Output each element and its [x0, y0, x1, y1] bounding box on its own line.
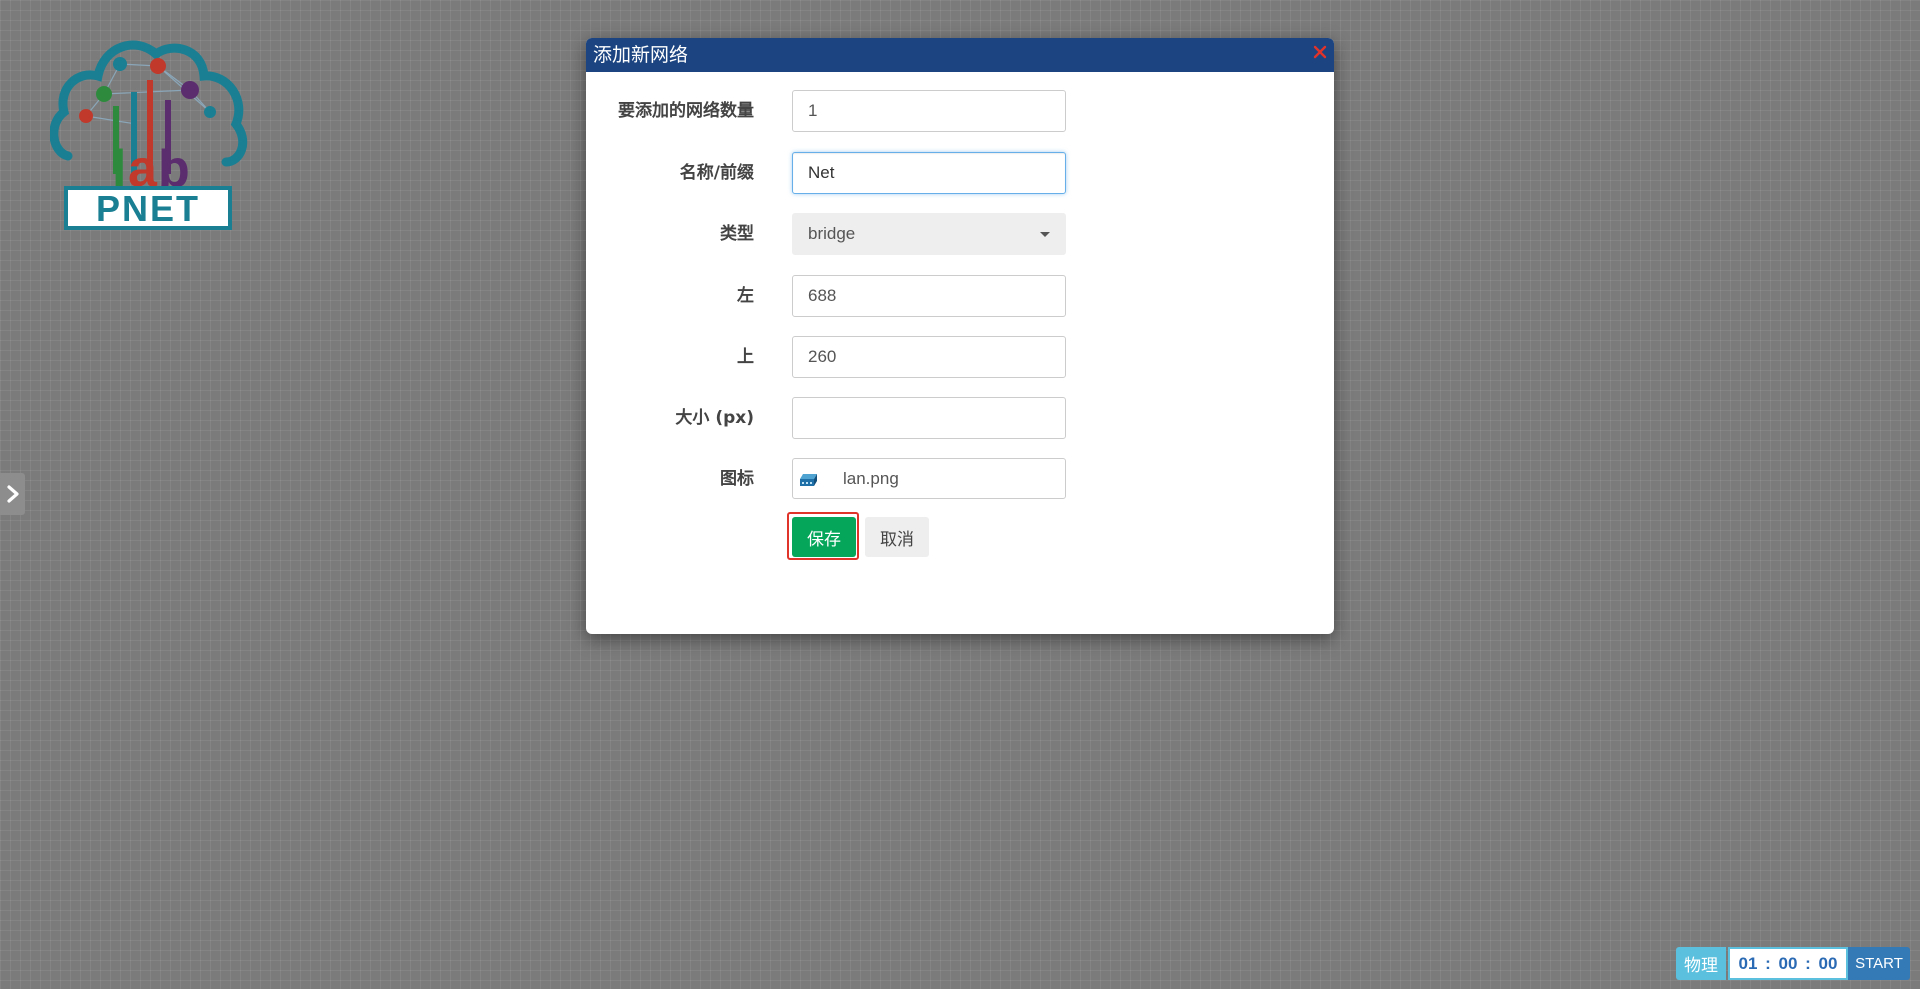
type-selected-value: bridge: [808, 224, 856, 243]
icon-value: lan.png: [843, 469, 899, 488]
timer-display: 01 : 00 : 00: [1728, 947, 1848, 980]
lan-icon: [800, 474, 817, 486]
pnet-logo: l a b PNET: [49, 24, 250, 234]
row-type: 类型 bridge: [586, 213, 1334, 255]
size-input[interactable]: [792, 397, 1066, 439]
name-prefix-label: 名称/前缀: [679, 163, 754, 183]
type-select[interactable]: bridge: [792, 213, 1066, 255]
row-top: 上: [586, 336, 1334, 378]
add-network-dialog: 添加新网络 要添加的网络数量 名称/前缀 类型 bridge 左 上 大小 (p…: [586, 38, 1334, 634]
row-left: 左: [586, 275, 1334, 317]
close-icon: [1313, 45, 1327, 59]
top-input[interactable]: [792, 336, 1066, 378]
timer-separator: :: [1765, 953, 1771, 973]
network-count-input[interactable]: [792, 90, 1066, 132]
timer-hours: 01: [1738, 953, 1758, 973]
type-label: 类型: [720, 224, 754, 244]
timer-minutes: 00: [1778, 953, 1798, 973]
left-label: 左: [737, 286, 754, 306]
chevron-right-icon: [6, 485, 19, 503]
timer-separator: :: [1805, 953, 1811, 973]
size-label: 大小 (px): [675, 408, 754, 428]
dialog-header: 添加新网络: [586, 38, 1334, 72]
row-network-count: 要添加的网络数量: [586, 90, 1334, 132]
name-prefix-input[interactable]: [792, 152, 1066, 194]
sidebar-toggle-button[interactable]: [0, 473, 25, 515]
row-size: 大小 (px): [586, 397, 1334, 439]
close-button[interactable]: [1312, 44, 1328, 60]
dialog-title: 添加新网络: [593, 44, 689, 66]
start-button[interactable]: START: [1848, 947, 1910, 980]
network-count-label: 要添加的网络数量: [618, 101, 754, 121]
row-name-prefix: 名称/前缀: [586, 152, 1334, 194]
physical-mode-button[interactable]: 物理: [1676, 947, 1726, 980]
row-icon: 图标 lan.png: [586, 458, 1334, 500]
caret-down-icon: [1040, 232, 1050, 237]
timer-seconds: 00: [1818, 953, 1838, 973]
logo-text: PNET: [96, 188, 200, 229]
cancel-button[interactable]: 取消: [865, 517, 929, 557]
save-button[interactable]: 保存: [792, 517, 856, 557]
lab-control-bar: 物理 01 : 00 : 00 START: [1676, 947, 1910, 980]
left-input[interactable]: [792, 275, 1066, 317]
top-label: 上: [737, 347, 754, 367]
icon-label: 图标: [720, 469, 754, 489]
icon-select[interactable]: lan.png: [792, 458, 1066, 499]
pnet-logo-graphic: l a b PNET: [49, 40, 248, 230]
